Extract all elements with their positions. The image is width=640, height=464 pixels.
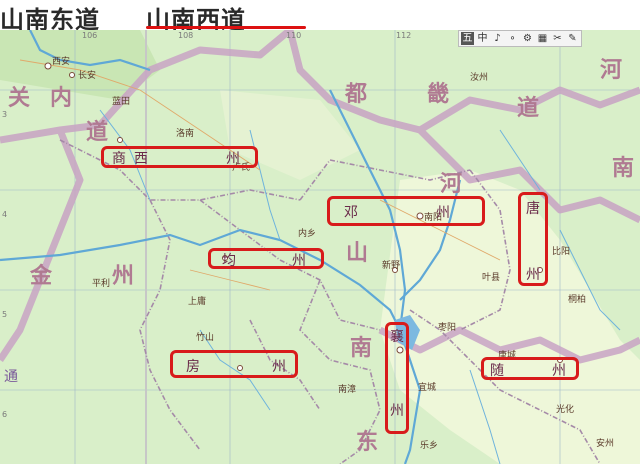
region-label: 道 xyxy=(517,95,540,121)
region-label: 道 xyxy=(86,119,109,145)
city-label: 平利 xyxy=(92,279,111,289)
prefecture-label: 房 xyxy=(186,359,200,375)
region-label: 内 xyxy=(50,85,73,111)
city-label: 安州 xyxy=(596,439,615,449)
grid-label-side: 3 xyxy=(2,110,8,119)
prefecture-label: 州 xyxy=(272,359,286,375)
prefecture-label: 西 xyxy=(134,151,148,167)
prefecture-label: 州 xyxy=(526,267,540,283)
city-label: 桐柏 xyxy=(568,295,587,305)
grid-label-top: 112 xyxy=(396,31,412,40)
grid-label-side: 6 xyxy=(2,410,8,419)
mode-button[interactable]: ∘ xyxy=(506,32,519,45)
map-toolbar: 五 中 ♪ ∘ ⚙ ▦ ✂ ✎ xyxy=(458,30,582,47)
city-label: 蓝田 xyxy=(112,97,131,107)
city-label: 宜城 xyxy=(418,383,437,393)
prefecture-label: 襄 xyxy=(390,329,404,345)
city-label: 叶县 xyxy=(482,273,501,283)
city-label: 比阳 xyxy=(552,247,571,257)
region-label: 河 xyxy=(600,57,623,83)
prefecture-label: 邓 xyxy=(344,205,358,221)
grid-label-top: 106 xyxy=(82,31,98,40)
city-label: 竹山 xyxy=(196,333,215,343)
prefecture-label: 唐 xyxy=(526,201,540,217)
region-label: 东 xyxy=(356,429,379,455)
page: 山南东道 山南西道 106 108 110 112 3 4 5 6 关 内 道 … xyxy=(0,0,640,464)
city-label: 上庸 xyxy=(188,297,207,307)
region-label: 河 xyxy=(440,171,463,197)
city-label: 汝州 xyxy=(470,73,489,83)
city-label: 新野 xyxy=(382,261,401,271)
grid-label-side: 5 xyxy=(2,310,8,319)
grid-button[interactable]: ▦ xyxy=(536,32,549,45)
city-label: 南漳 xyxy=(338,385,357,395)
city-label: 光化 xyxy=(556,405,575,415)
grid-label-side: 4 xyxy=(2,210,8,219)
region-label: 金 xyxy=(30,263,53,289)
region-label: 畿 xyxy=(427,81,450,107)
prefecture-label: 州 xyxy=(292,253,306,269)
audio-button[interactable]: ♪ xyxy=(491,32,504,45)
region-label: 州 xyxy=(112,263,135,289)
grid-label-top: 110 xyxy=(286,31,302,40)
prefecture-label: 州 xyxy=(390,403,404,419)
title-underline xyxy=(146,26,306,29)
city-label: 内乡 xyxy=(298,229,317,239)
prefecture-label: 均 xyxy=(222,253,236,269)
region-label: 关 xyxy=(8,85,31,111)
prefecture-label: 州 xyxy=(552,363,566,379)
region-label: 山 xyxy=(346,240,369,266)
cut-button[interactable]: ✂ xyxy=(551,32,564,45)
title-bar: 山南东道 山南西道 xyxy=(0,0,640,34)
prefecture-label: 随 xyxy=(490,363,504,379)
language-button[interactable]: 中 xyxy=(476,32,489,45)
region-label: 通 xyxy=(4,369,18,385)
region-label: 都 xyxy=(345,81,368,107)
font-toggle-button[interactable]: 五 xyxy=(461,32,474,45)
city-label: 西安 xyxy=(52,57,71,67)
prefecture-label: 州 xyxy=(226,151,240,167)
city-label: 洛南 xyxy=(176,129,195,139)
historical-map[interactable]: 106 108 110 112 3 4 5 6 关 内 道 都 畿 道 河 南 … xyxy=(0,27,640,464)
city-label: 枣阳 xyxy=(438,323,457,333)
region-label: 南 xyxy=(350,335,373,361)
prefecture-label: 商 xyxy=(112,151,126,167)
settings-button[interactable]: ⚙ xyxy=(521,32,534,45)
pen-button[interactable]: ✎ xyxy=(566,32,579,45)
prefecture-label: 州 xyxy=(436,205,450,221)
grid-label-top: 108 xyxy=(178,31,194,40)
city-label: 长安 xyxy=(78,71,97,81)
region-label: 南 xyxy=(612,155,635,181)
city-label: 乐乡 xyxy=(420,441,439,451)
